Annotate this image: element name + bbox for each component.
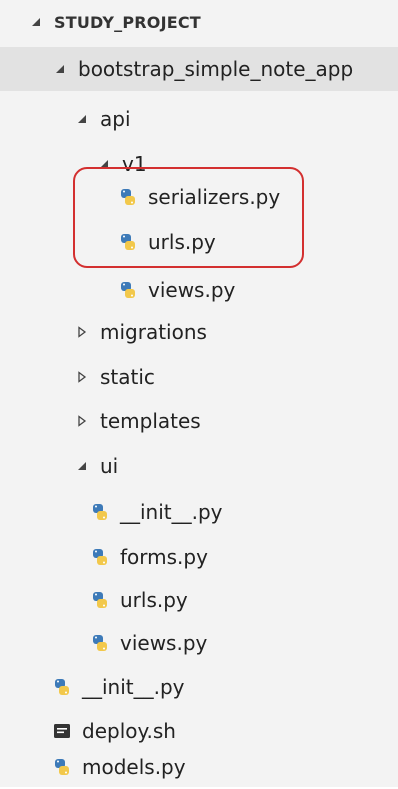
tree-item-label: views.py [148,278,236,302]
tree-item-label: templates [100,409,201,433]
tree-file-serializers-py[interactable]: serializers.py [0,175,398,219]
tree-folder-templates[interactable]: templates [0,399,398,443]
chevron-right-icon[interactable] [74,413,90,429]
tree-folder-api[interactable]: api [0,97,398,141]
tree-item-label: v1 [122,152,147,176]
tree-item-label: urls.py [120,588,188,612]
chevron-down-icon[interactable] [28,14,44,30]
tree-item-label: deploy.sh [82,719,176,743]
tree-folder-static[interactable]: static [0,355,398,399]
tree-file-ui-urls-py[interactable]: urls.py [0,578,398,622]
tree-item-label: migrations [100,320,207,344]
tree-item-label: __init__.py [82,675,185,699]
tree-item-label: serializers.py [148,185,281,209]
tree-folder-ui[interactable]: ui [0,444,398,488]
python-file-icon [118,232,138,252]
chevron-right-icon[interactable] [74,369,90,385]
tree-item-label: __init__.py [120,500,223,524]
tree-item-label: ui [100,454,119,478]
python-file-icon [90,547,110,567]
tree-file-app-init-py[interactable]: __init__.py [0,665,398,709]
chevron-down-icon[interactable] [74,458,90,474]
chevron-down-icon[interactable] [96,156,112,172]
tree-item-label: bootstrap_simple_note_app [78,57,354,81]
file-explorer: STUDY_PROJECT bootstrap_simple_note_app … [0,0,398,787]
section-title: STUDY_PROJECT [54,12,201,32]
tree-folder-migrations[interactable]: migrations [0,310,398,354]
python-file-icon [90,590,110,610]
tree-item-label: urls.py [148,230,216,254]
python-file-icon [118,187,138,207]
python-file-icon [118,280,138,300]
tree-file-forms-py[interactable]: forms.py [0,535,398,579]
python-file-icon [90,502,110,522]
section-header-study-project[interactable]: STUDY_PROJECT [0,0,398,44]
tree-item-label: views.py [120,631,208,655]
tree-folder-bootstrap-simple-note-app[interactable]: bootstrap_simple_note_app [0,47,398,91]
tree-file-ui-init-py[interactable]: __init__.py [0,490,398,534]
tree-item-label: forms.py [120,545,208,569]
chevron-right-icon[interactable] [74,324,90,340]
tree-item-label: api [100,107,131,131]
chevron-down-icon[interactable] [74,111,90,127]
tree-item-label: static [100,365,155,389]
tree-file-api-urls-py[interactable]: urls.py [0,220,398,264]
tree-file-models-py[interactable]: models.py [0,745,398,789]
python-file-icon [90,633,110,653]
tree-file-api-views-py[interactable]: views.py [0,268,398,312]
python-file-icon [52,677,72,697]
tree-item-label: models.py [82,755,186,779]
tree-file-ui-views-py[interactable]: views.py [0,621,398,665]
shell-file-icon [52,721,72,741]
python-file-icon [52,757,72,777]
chevron-down-icon[interactable] [52,61,68,77]
